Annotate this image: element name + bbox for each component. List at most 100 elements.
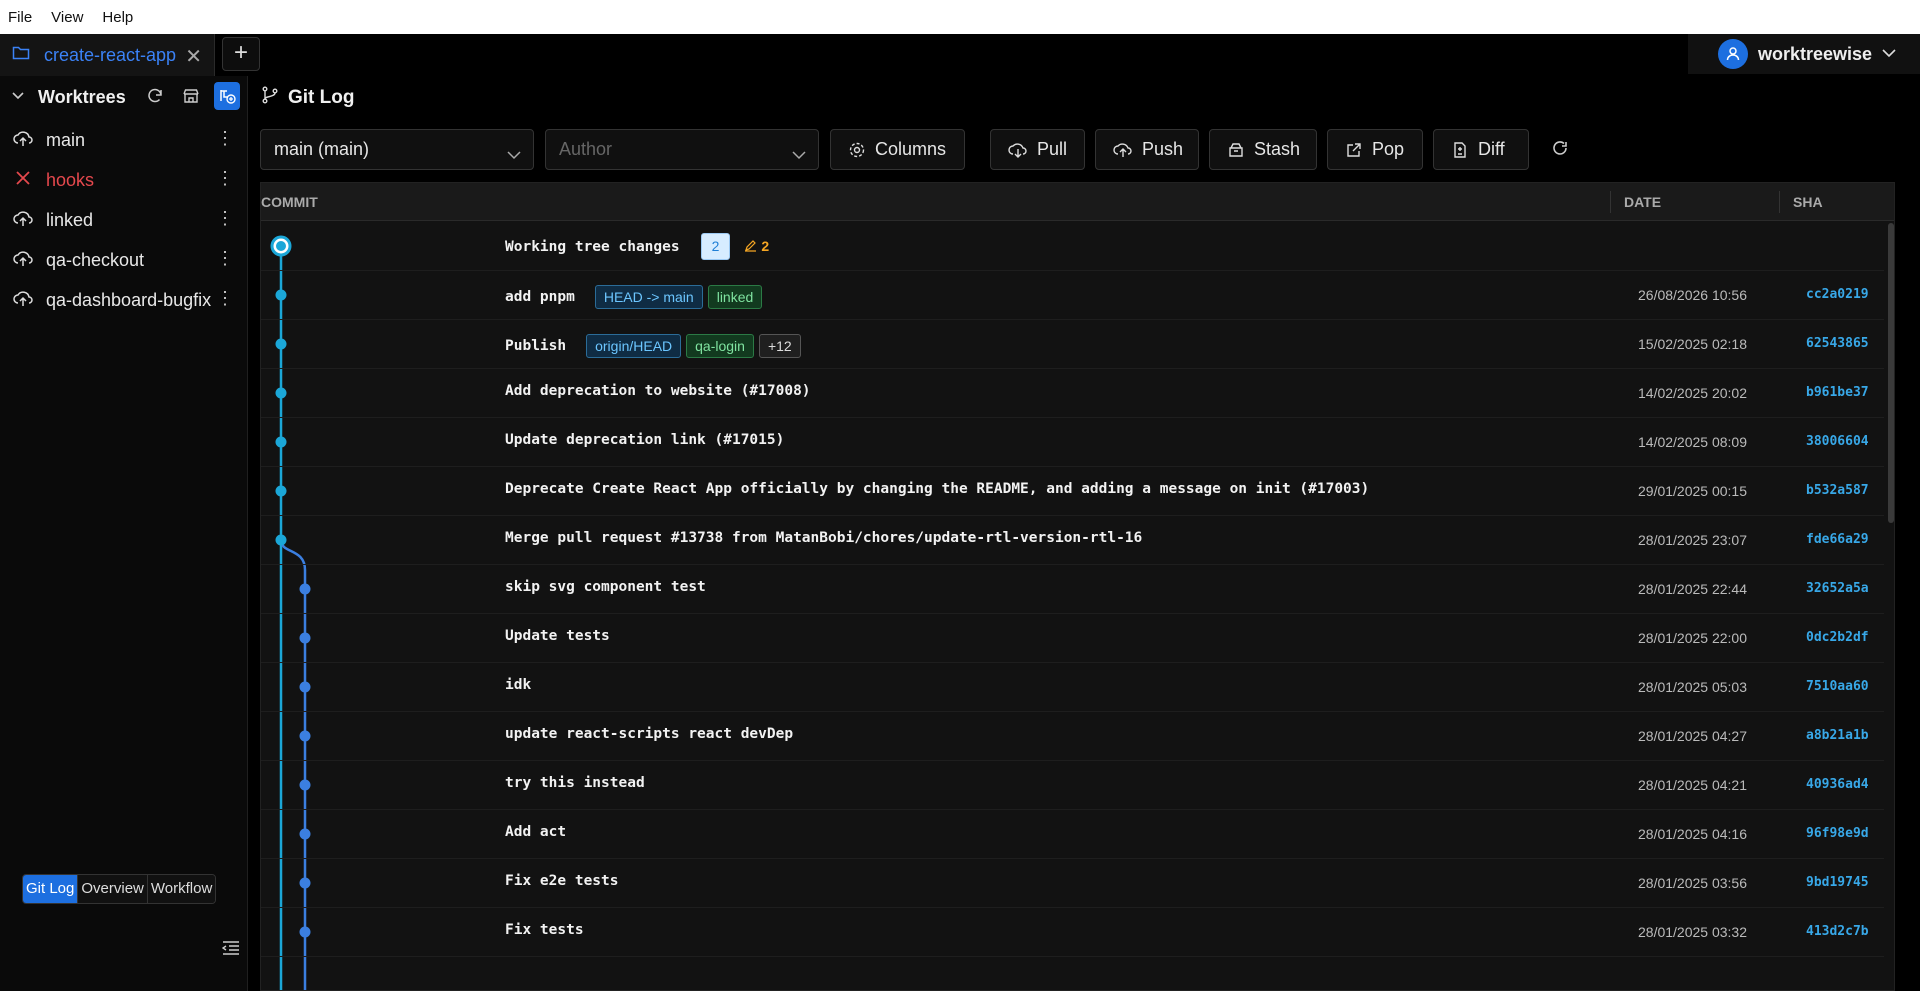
more-vertical-icon[interactable]: ⋮ — [216, 248, 234, 269]
more-vertical-icon[interactable]: ⋮ — [216, 208, 234, 229]
commit-message-text: Deprecate Create React App officially by… — [505, 481, 1370, 497]
worktree-item-qa-checkout[interactable]: qa-checkout ⋮ — [0, 240, 248, 280]
more-vertical-icon[interactable]: ⋮ — [216, 168, 234, 189]
commit-sha[interactable]: cc2a0219 — [1806, 287, 1869, 302]
table-header: COMMIT DATE SHA — [261, 183, 1894, 221]
refresh-icon[interactable] — [142, 82, 168, 110]
page-title: Git Log — [288, 86, 355, 108]
ref-tag[interactable]: qa-login — [686, 334, 754, 358]
table-row[interactable]: Merge pull request #13738 from MatanBobi… — [261, 516, 1884, 565]
repo-tab[interactable]: create-react-app ✕ — [0, 34, 215, 76]
branch-select-value: main (main) — [274, 139, 370, 159]
commit-message: Fix e2e tests — [505, 873, 619, 889]
worktree-item-linked[interactable]: linked ⋮ — [0, 200, 248, 240]
ref-tag[interactable]: HEAD -> main — [594, 285, 703, 309]
commit-message-text: Fix e2e tests — [505, 873, 619, 889]
diff-label: Diff — [1478, 139, 1505, 159]
table-row[interactable]: Update tests 28/01/2025 22:00 0dc2b2df — [261, 614, 1884, 663]
commit-sha[interactable]: 9bd19745 — [1806, 875, 1869, 890]
column-commit[interactable]: COMMIT — [261, 194, 318, 210]
diff-button[interactable]: Diff — [1433, 129, 1529, 170]
menu-file[interactable]: File — [8, 9, 32, 26]
collapse-sidebar-icon[interactable] — [221, 940, 240, 961]
commit-sha[interactable]: b532a587 — [1806, 483, 1869, 498]
commit-sha[interactable]: fde66a29 — [1806, 532, 1869, 547]
error-x-icon — [12, 169, 34, 192]
table-row[interactable]: Deprecate Create React App officially by… — [261, 467, 1884, 516]
menu-view[interactable]: View — [51, 9, 83, 26]
ref-tag[interactable]: +12 — [758, 334, 801, 358]
close-icon[interactable]: ✕ — [185, 44, 202, 69]
table-row[interactable]: Fix e2e tests 28/01/2025 03:56 9bd19745 — [261, 859, 1884, 908]
commit-date: 14/02/2025 20:02 — [1638, 385, 1747, 401]
commit-date: 28/01/2025 04:16 — [1638, 826, 1747, 842]
more-vertical-icon[interactable]: ⋮ — [216, 128, 234, 149]
table-row[interactable]: Add act 28/01/2025 04:16 96f98e9d — [261, 810, 1884, 859]
column-date[interactable]: DATE — [1624, 194, 1661, 210]
commit-message: skip svg component test — [505, 579, 706, 595]
commit-sha[interactable]: 0dc2b2df — [1806, 630, 1869, 645]
tab-workflow[interactable]: Workflow — [147, 875, 216, 903]
pop-button[interactable]: Pop — [1327, 129, 1423, 170]
more-vertical-icon[interactable]: ⋮ — [216, 288, 234, 309]
tab-git-log[interactable]: Git Log — [23, 875, 79, 903]
push-button[interactable]: Push — [1095, 129, 1199, 170]
table-row[interactable]: skip svg component test 28/01/2025 22:44 3… — [261, 565, 1884, 614]
working-tree-label: Working tree changes — [505, 238, 680, 255]
commit-sha[interactable]: 96f98e9d — [1806, 826, 1869, 841]
table-row[interactable]: Fix tests 28/01/2025 03:32 413d2c7b — [261, 908, 1884, 957]
author-select[interactable]: Author — [545, 129, 819, 170]
table-row[interactable]: Add deprecation to website (#17008) 14/02… — [261, 369, 1884, 418]
worktree-label: qa-checkout — [46, 249, 145, 270]
commit-date: 26/08/2026 10:56 — [1638, 287, 1747, 303]
columns-label: Columns — [875, 139, 947, 159]
worktree-label: qa-dashboard-bugfix — [46, 289, 212, 310]
gear-icon — [849, 142, 865, 157]
stash-button[interactable]: Stash — [1209, 129, 1317, 170]
columns-button[interactable]: Columns — [830, 129, 965, 170]
tab-overview[interactable]: Overview — [78, 875, 148, 903]
ref-tag[interactable]: origin/HEAD — [586, 334, 682, 358]
table-row[interactable]: idk 28/01/2025 05:03 7510aa60 — [261, 663, 1884, 712]
scrollbar[interactable] — [1888, 223, 1894, 523]
worktree-item-hooks[interactable]: hooks ⋮ — [0, 160, 248, 200]
commit-sha[interactable]: 38006604 — [1806, 434, 1869, 449]
commit-sha[interactable]: 32652a5a — [1806, 581, 1869, 596]
commit-sha[interactable]: 40936ad4 — [1806, 777, 1869, 792]
commit-sha[interactable]: 413d2c7b — [1806, 924, 1869, 939]
commit-sha[interactable]: 62543865 — [1806, 336, 1869, 351]
store-icon[interactable] — [178, 82, 204, 110]
commit-sha[interactable]: a8b21a1b — [1806, 728, 1869, 743]
repo-tab-label: create-react-app — [44, 44, 177, 65]
commit-sha[interactable]: 7510aa60 — [1806, 679, 1869, 694]
branch-select[interactable]: main (main) — [260, 129, 534, 170]
chevron-down-icon[interactable] — [12, 88, 24, 106]
working-tree-row[interactable]: Working tree changes 2 2 — [261, 222, 1884, 271]
commit-message: Fix tests — [505, 922, 584, 938]
table-row[interactable]: Publish origin/HEAD qa-login +12 15/02/2025 … — [261, 320, 1884, 369]
commit-message: Update tests — [505, 628, 610, 644]
refresh-icon[interactable] — [1550, 139, 1570, 164]
plus-icon[interactable]: + — [222, 37, 260, 71]
menu-help[interactable]: Help — [102, 9, 133, 26]
pull-button[interactable]: Pull — [990, 129, 1085, 170]
table-row[interactable]: update react-scripts react devDep 28/01/2… — [261, 712, 1884, 761]
commit-message-text: Update deprecation link (#17015) — [505, 432, 785, 448]
table-row[interactable]: add pnpm HEAD -> main linked 26/08/2026 10:… — [261, 271, 1884, 320]
worktrees-title: Worktrees — [38, 86, 126, 107]
stash-label: Stash — [1254, 139, 1301, 159]
cloud-icon — [12, 129, 34, 152]
author-placeholder: Author — [559, 139, 613, 159]
user-menu[interactable]: worktreewise — [1688, 34, 1920, 74]
table-row[interactable]: Update deprecation link (#17015) 14/02/20… — [261, 418, 1884, 467]
column-sha[interactable]: SHA — [1793, 194, 1823, 210]
commit-message-text: update react-scripts react devDep — [505, 726, 794, 742]
table-row[interactable]: try this instead 28/01/2025 04:21 40936ad4 — [261, 761, 1884, 810]
git-branch-icon — [261, 86, 279, 109]
worktree-item-main[interactable]: main ⋮ — [0, 120, 248, 160]
add-worktree-icon[interactable] — [214, 82, 240, 110]
ref-tag[interactable]: linked — [707, 285, 763, 309]
chevron-down-icon — [792, 144, 806, 165]
worktree-item-qa-dashboard-bugfix[interactable]: qa-dashboard-bugfix ⋮ — [0, 280, 248, 320]
commit-sha[interactable]: b961be37 — [1806, 385, 1869, 400]
